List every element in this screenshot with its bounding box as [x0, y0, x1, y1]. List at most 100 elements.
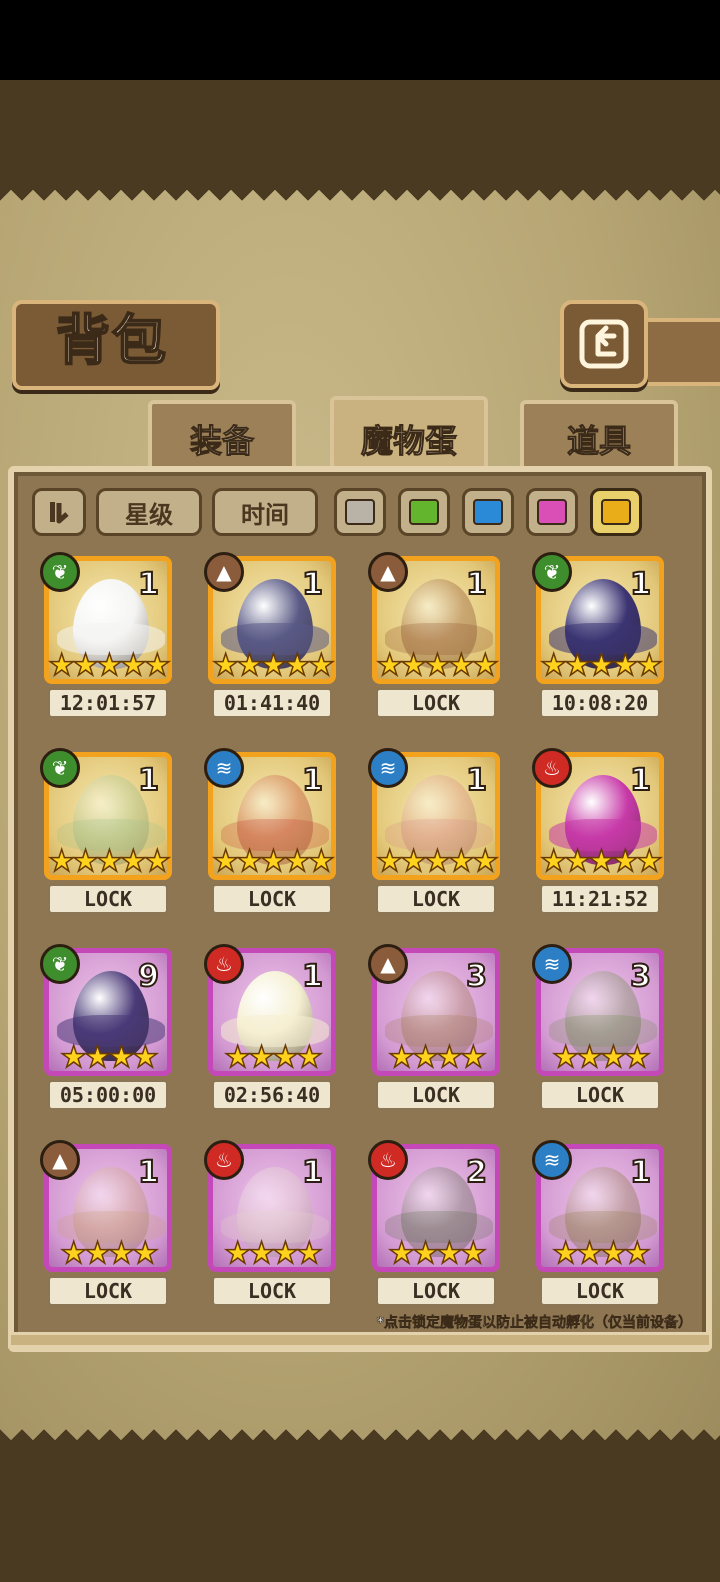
- page-title: 背包: [55, 308, 168, 373]
- lock-hint-text: *点击锁定魔物蛋以防止被自动孵化（仅当前设备）: [376, 1315, 692, 1332]
- hatch-timer[interactable]: 10:08:20: [540, 688, 660, 718]
- hatch-timer[interactable]: 05:00:00: [48, 1080, 168, 1110]
- rarity-swatch-blue: [473, 499, 503, 525]
- sort-by-stars-button[interactable]: 星级: [96, 488, 202, 536]
- torn-edge-bottom: [0, 1418, 720, 1440]
- fire-element-icon: ♨: [368, 1140, 408, 1180]
- egg-slot[interactable]: 9 ❦ ★★★★ 05:00:00: [40, 944, 176, 1120]
- fire-element-icon: ♨: [204, 1140, 244, 1180]
- egg-count: 1: [301, 566, 324, 603]
- egg-slot[interactable]: 1 ❦ ★★★★★ 12:01:57: [40, 552, 176, 728]
- sort-by-time-button[interactable]: 时间: [212, 488, 318, 536]
- egg-slot[interactable]: 1 ▲ ★★★★★ 01:41:40: [204, 552, 340, 728]
- panel-bottom-rail: [8, 1332, 712, 1348]
- egg-count: 2: [465, 1154, 488, 1191]
- star-rating: ★★★★★: [540, 843, 664, 880]
- egg-slot[interactable]: 3 ≋ ★★★★ LOCK: [532, 944, 668, 1120]
- egg-slot[interactable]: 1 ♨ ★★★★ LOCK: [204, 1140, 340, 1316]
- egg-count: 1: [629, 762, 652, 799]
- tab-items[interactable]: 道具: [520, 400, 678, 474]
- grass-element-icon: ❦: [40, 748, 80, 788]
- status-bar-area: [0, 0, 720, 80]
- fire-element-icon: ♨: [532, 748, 572, 788]
- star-rating: ★★★★: [387, 1039, 487, 1076]
- egg-count: 1: [465, 762, 488, 799]
- filter-bar: 星级 时间: [32, 486, 642, 538]
- star-rating: ★★★★: [387, 1235, 487, 1272]
- egg-count: 1: [137, 566, 160, 603]
- torn-edge-top: [0, 190, 720, 212]
- background-top: [0, 80, 720, 190]
- lock-toggle[interactable]: LOCK: [376, 884, 496, 914]
- background-bottom: [0, 1440, 720, 1582]
- grass-element-icon: ❦: [40, 552, 80, 592]
- egg-count: 1: [301, 958, 324, 995]
- return-icon[interactable]: [560, 300, 648, 388]
- egg-count: 1: [629, 566, 652, 603]
- egg-count: 1: [137, 762, 160, 799]
- lock-toggle[interactable]: LOCK: [540, 1080, 660, 1110]
- water-element-icon: ≋: [532, 944, 572, 984]
- star-rating: ★★★★: [551, 1039, 651, 1076]
- hatch-timer[interactable]: 12:01:57: [48, 688, 168, 718]
- lock-toggle[interactable]: LOCK: [376, 1276, 496, 1306]
- lock-toggle[interactable]: LOCK: [212, 884, 332, 914]
- star-rating: ★★★★★: [48, 843, 172, 880]
- star-rating: ★★★★★: [212, 647, 336, 684]
- rarity-filter-pink[interactable]: [526, 488, 578, 536]
- sort-toggle-button[interactable]: [32, 488, 86, 536]
- egg-slot[interactable]: 2 ♨ ★★★★ LOCK: [368, 1140, 504, 1316]
- lock-toggle[interactable]: LOCK: [48, 1276, 168, 1306]
- star-rating: ★★★★: [223, 1235, 323, 1272]
- earth-element-icon: ▲: [204, 552, 244, 592]
- hatch-timer[interactable]: 11:21:52: [540, 884, 660, 914]
- egg-count: 1: [301, 1154, 324, 1191]
- star-rating: ★★★★: [551, 1235, 651, 1272]
- lock-toggle[interactable]: LOCK: [376, 1080, 496, 1110]
- hatch-timer[interactable]: 01:41:40: [212, 688, 332, 718]
- egg-slot[interactable]: 1 ♨ ★★★★ 02:56:40: [204, 944, 340, 1120]
- rarity-swatch-green: [409, 499, 439, 525]
- egg-slot[interactable]: 1 ❦ ★★★★★ LOCK: [40, 748, 176, 924]
- earth-element-icon: ▲: [368, 944, 408, 984]
- egg-count: 3: [629, 958, 652, 995]
- egg-slot[interactable]: 1 ≋ ★★★★ LOCK: [532, 1140, 668, 1316]
- egg-slot[interactable]: 1 ▲ ★★★★★ LOCK: [368, 552, 504, 728]
- egg-count: 1: [629, 1154, 652, 1191]
- grass-element-icon: ❦: [532, 552, 572, 592]
- lock-toggle[interactable]: LOCK: [376, 688, 496, 718]
- rarity-filter-gray[interactable]: [334, 488, 386, 536]
- egg-slot[interactable]: 1 ❦ ★★★★★ 10:08:20: [532, 552, 668, 728]
- rarity-swatch-gold: [601, 499, 631, 525]
- tab-equipment[interactable]: 装备: [148, 400, 296, 474]
- egg-slot[interactable]: 1 ≋ ★★★★★ LOCK: [204, 748, 340, 924]
- egg-slot[interactable]: 1 ♨ ★★★★★ 11:21:52: [532, 748, 668, 924]
- earth-element-icon: ▲: [368, 552, 408, 592]
- lock-toggle[interactable]: LOCK: [212, 1276, 332, 1306]
- sort-toggle-icon: [50, 502, 69, 524]
- star-rating: ★★★★: [59, 1039, 159, 1076]
- egg-count: 1: [137, 1154, 160, 1191]
- star-rating: ★★★★★: [212, 843, 336, 880]
- egg-slot[interactable]: 3 ▲ ★★★★ LOCK: [368, 944, 504, 1120]
- fire-element-icon: ♨: [204, 944, 244, 984]
- water-element-icon: ≋: [532, 1140, 572, 1180]
- rarity-filters: [334, 488, 642, 536]
- star-rating: ★★★★★: [540, 647, 664, 684]
- rarity-swatch-pink: [537, 499, 567, 525]
- earth-element-icon: ▲: [40, 1140, 80, 1180]
- rarity-swatch-gray: [345, 499, 375, 525]
- star-rating: ★★★★: [223, 1039, 323, 1076]
- grass-element-icon: ❦: [40, 944, 80, 984]
- hatch-timer[interactable]: 02:56:40: [212, 1080, 332, 1110]
- egg-slot[interactable]: 1 ▲ ★★★★ LOCK: [40, 1140, 176, 1316]
- egg-slot[interactable]: 1 ≋ ★★★★★ LOCK: [368, 748, 504, 924]
- rarity-filter-blue[interactable]: [462, 488, 514, 536]
- rarity-filter-gold[interactable]: [590, 488, 642, 536]
- lock-toggle[interactable]: LOCK: [540, 1276, 660, 1306]
- egg-count: 1: [465, 566, 488, 603]
- egg-count: 9: [137, 958, 160, 995]
- rarity-filter-green[interactable]: [398, 488, 450, 536]
- egg-count: 3: [465, 958, 488, 995]
- lock-toggle[interactable]: LOCK: [48, 884, 168, 914]
